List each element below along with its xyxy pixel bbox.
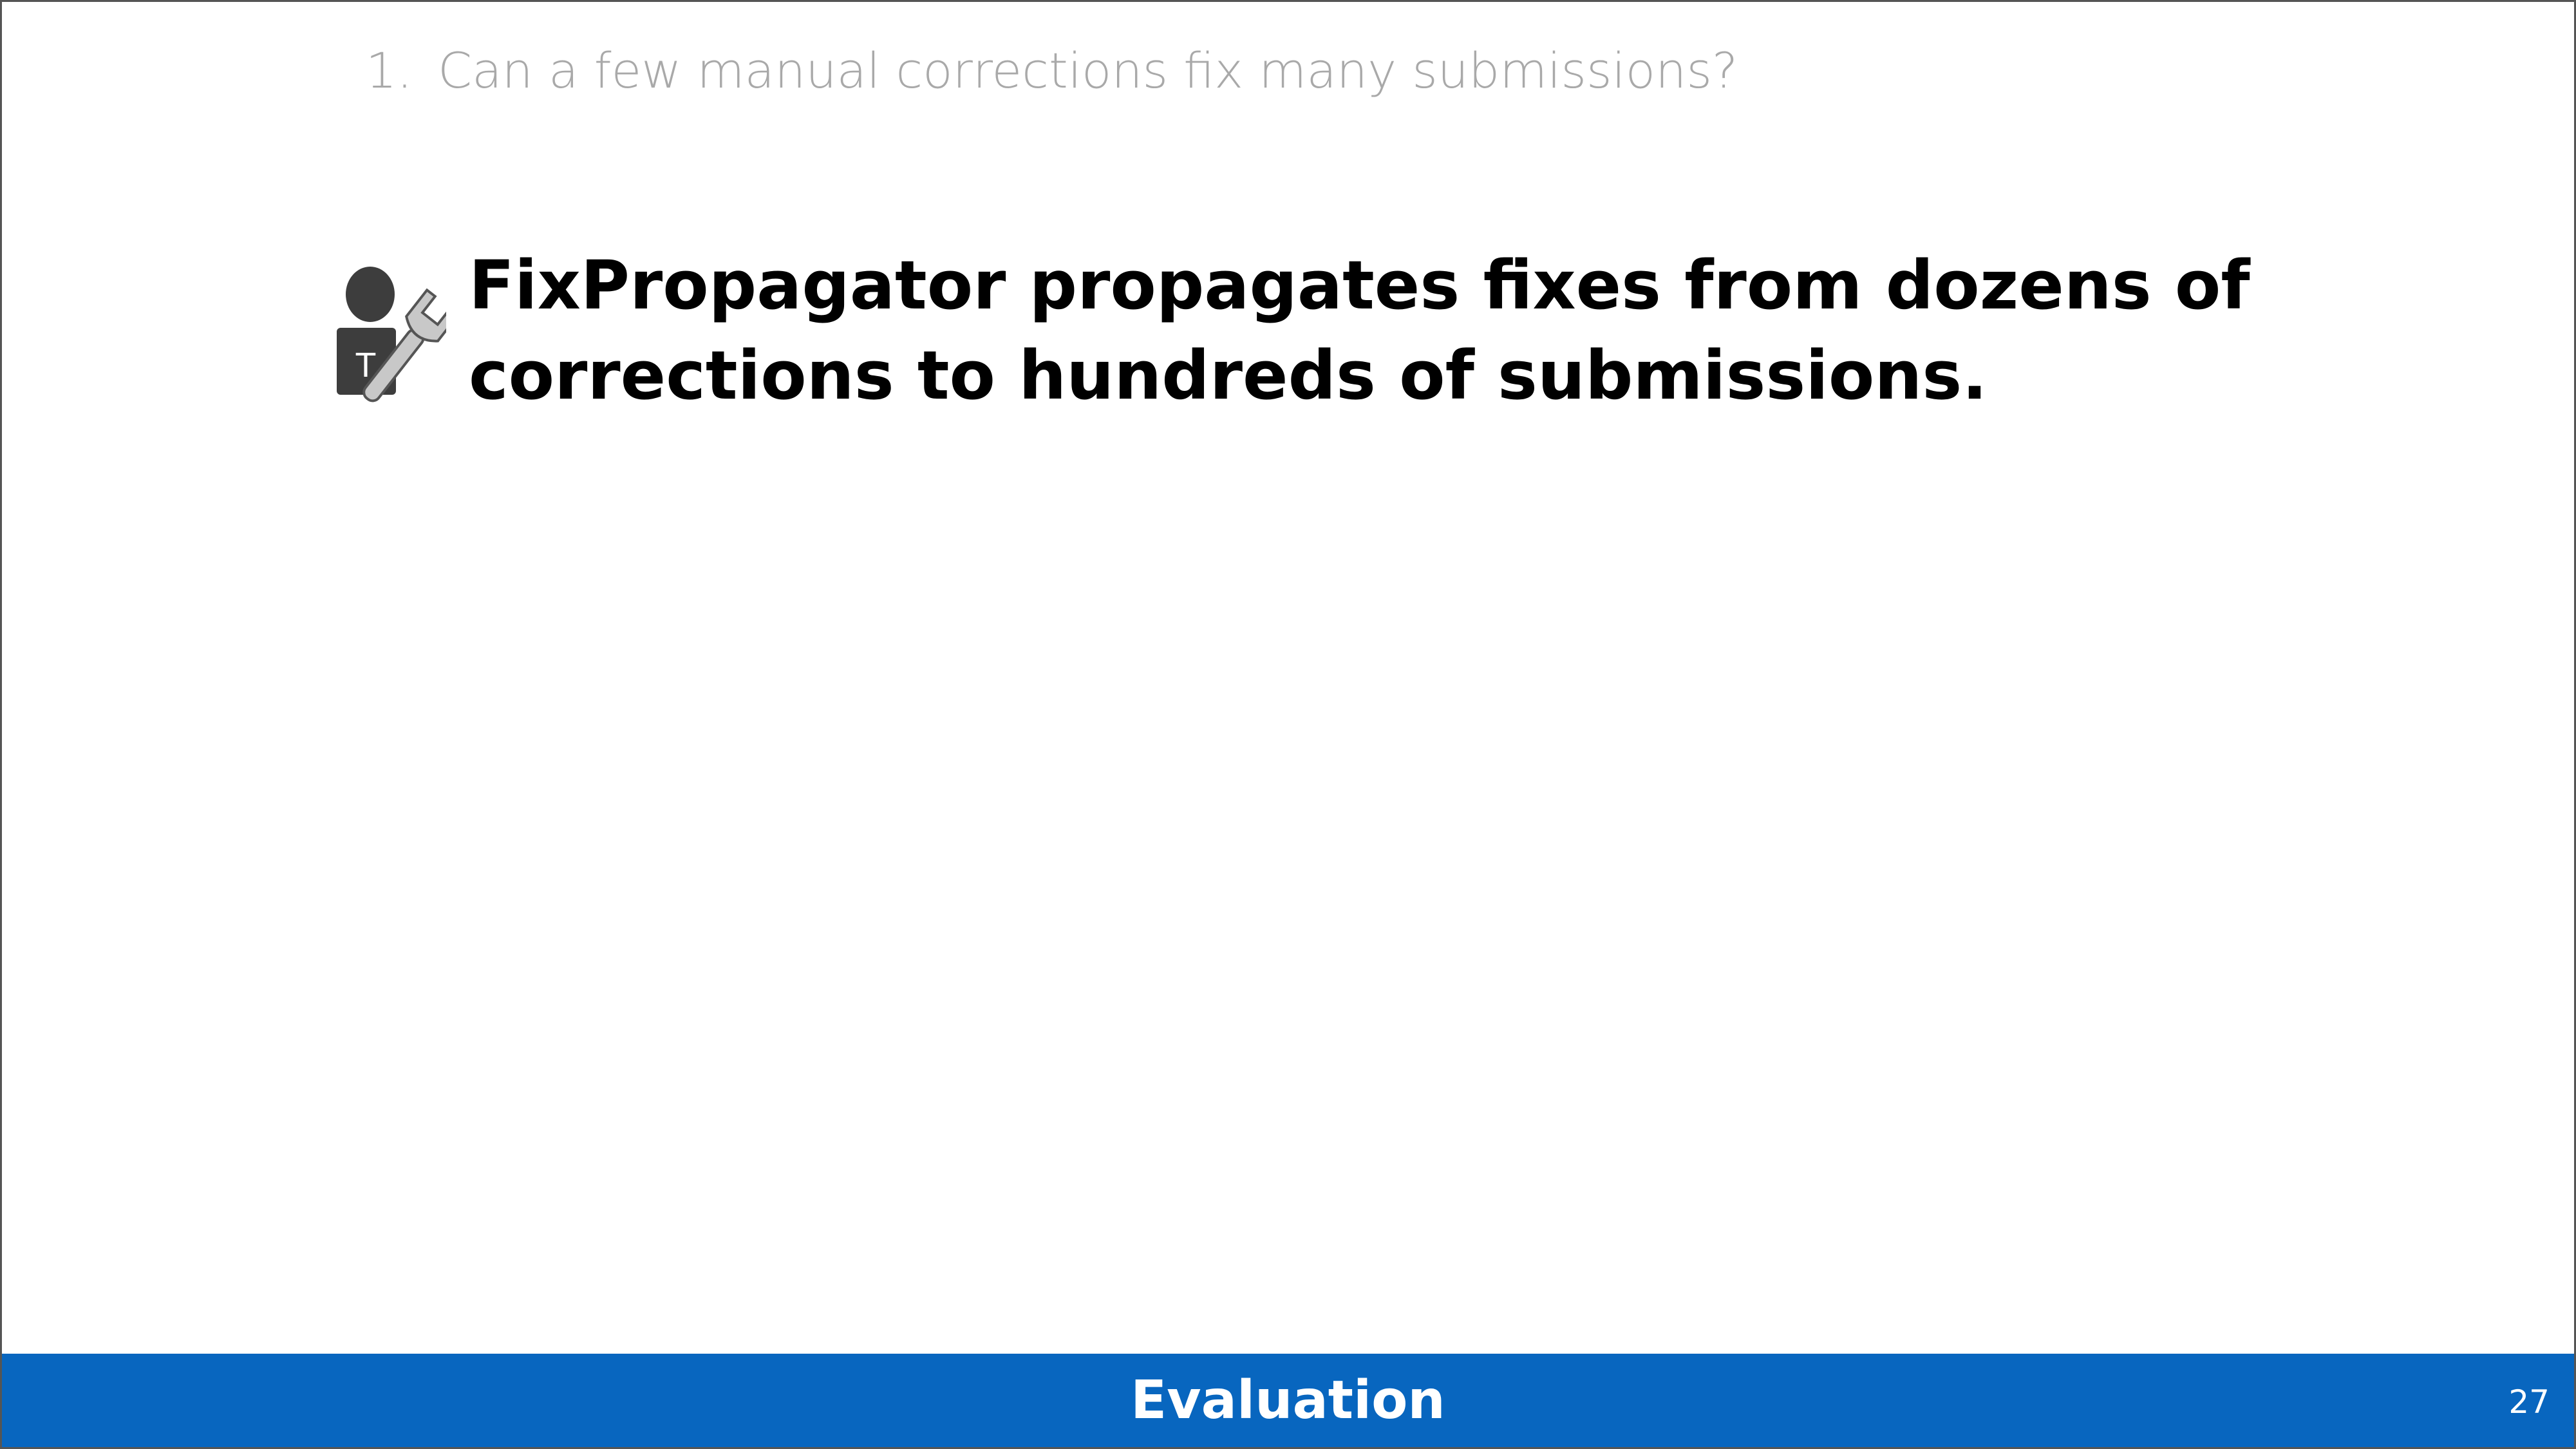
claim-line-1: FixPropagator propagates fixes from doze… — [469, 246, 2250, 325]
teacher-wrench-icon: T — [337, 267, 446, 402]
section-title: Evaluation — [1131, 1370, 1445, 1431]
page-number: 27 — [2508, 1383, 2550, 1421]
claim-row: T FixPropagator propagates fixes from do… — [337, 240, 2250, 433]
footer-bar: Evaluation 27 — [2, 1354, 2574, 1447]
question-text: Can a few manual corrections fix many su… — [438, 42, 1738, 99]
claim-statement: FixPropagator propagates fixes from doze… — [469, 240, 2250, 421]
question-number: 1. — [366, 42, 413, 99]
claim-line-2: corrections to hundreds of submissions. — [469, 336, 1988, 415]
research-question: 1. Can a few manual corrections fix many … — [366, 42, 1738, 99]
slide: 1. Can a few manual corrections fix many … — [0, 0, 2576, 1449]
